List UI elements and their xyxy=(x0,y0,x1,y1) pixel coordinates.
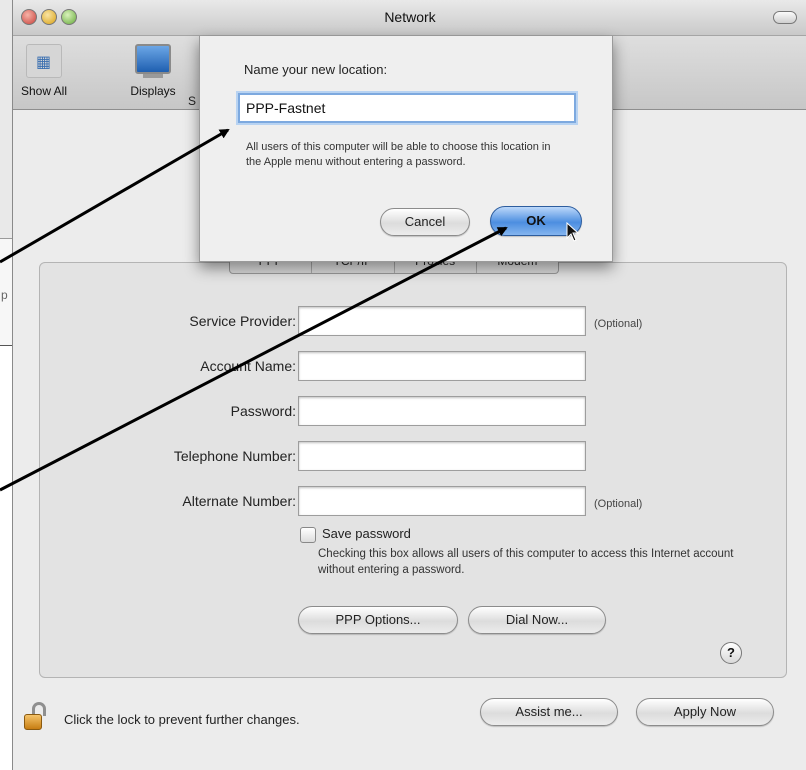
alternate-number-optional: (Optional) xyxy=(594,498,643,510)
service-provider-optional: (Optional) xyxy=(594,318,643,330)
telephone-number-field[interactable] xyxy=(298,441,586,471)
ppp-options-button[interactable]: PPP Options... xyxy=(298,606,458,634)
password-label: Password: xyxy=(230,403,296,419)
lock-icon[interactable] xyxy=(24,702,46,732)
assist-me-button[interactable]: Assist me... xyxy=(480,698,618,726)
window-title: Network xyxy=(384,9,436,25)
account-name-label: Account Name: xyxy=(200,358,296,374)
alternate-number-field[interactable] xyxy=(298,486,586,516)
lock-status-text: Click the lock to prevent further change… xyxy=(64,712,300,727)
password-field[interactable] xyxy=(298,396,586,426)
toolbar-toggle-button[interactable] xyxy=(773,11,797,24)
apple-logo-icon: ▦ xyxy=(26,44,62,78)
displays-button[interactable]: Displays xyxy=(123,44,183,98)
display-monitor-icon xyxy=(135,44,171,74)
sheet-prompt: Name your new location: xyxy=(244,62,388,77)
background-window-text: p xyxy=(1,288,8,302)
toolbar-clipped-label: S xyxy=(188,94,197,108)
save-password-help: Checking this box allows all users of th… xyxy=(318,548,734,576)
apply-now-button[interactable]: Apply Now xyxy=(636,698,774,726)
save-password-checkbox[interactable] xyxy=(300,527,316,543)
show-all-button[interactable]: ▦ Show All xyxy=(13,44,75,98)
account-name-field[interactable] xyxy=(298,351,586,381)
new-location-sheet: Name your new location: PPP-Fastnet All … xyxy=(199,36,613,262)
location-name-input[interactable]: PPP-Fastnet xyxy=(238,93,576,123)
arrow-pointer-icon xyxy=(566,222,580,242)
sheet-note: All users of this computer will be able … xyxy=(246,141,551,168)
show-all-label: Show All xyxy=(20,84,68,98)
service-provider-field[interactable] xyxy=(298,306,586,336)
telephone-number-label: Telephone Number: xyxy=(173,448,296,464)
help-icon[interactable]: ? xyxy=(720,642,742,664)
title-bar[interactable]: Network xyxy=(13,0,806,36)
alternate-number-label: Alternate Number: xyxy=(182,493,296,509)
service-provider-label: Service Provider: xyxy=(189,313,296,329)
cancel-button[interactable]: Cancel xyxy=(380,208,470,236)
save-password-label[interactable]: Save password xyxy=(322,526,411,541)
dial-now-button[interactable]: Dial Now... xyxy=(468,606,606,634)
displays-label: Displays xyxy=(130,84,176,98)
